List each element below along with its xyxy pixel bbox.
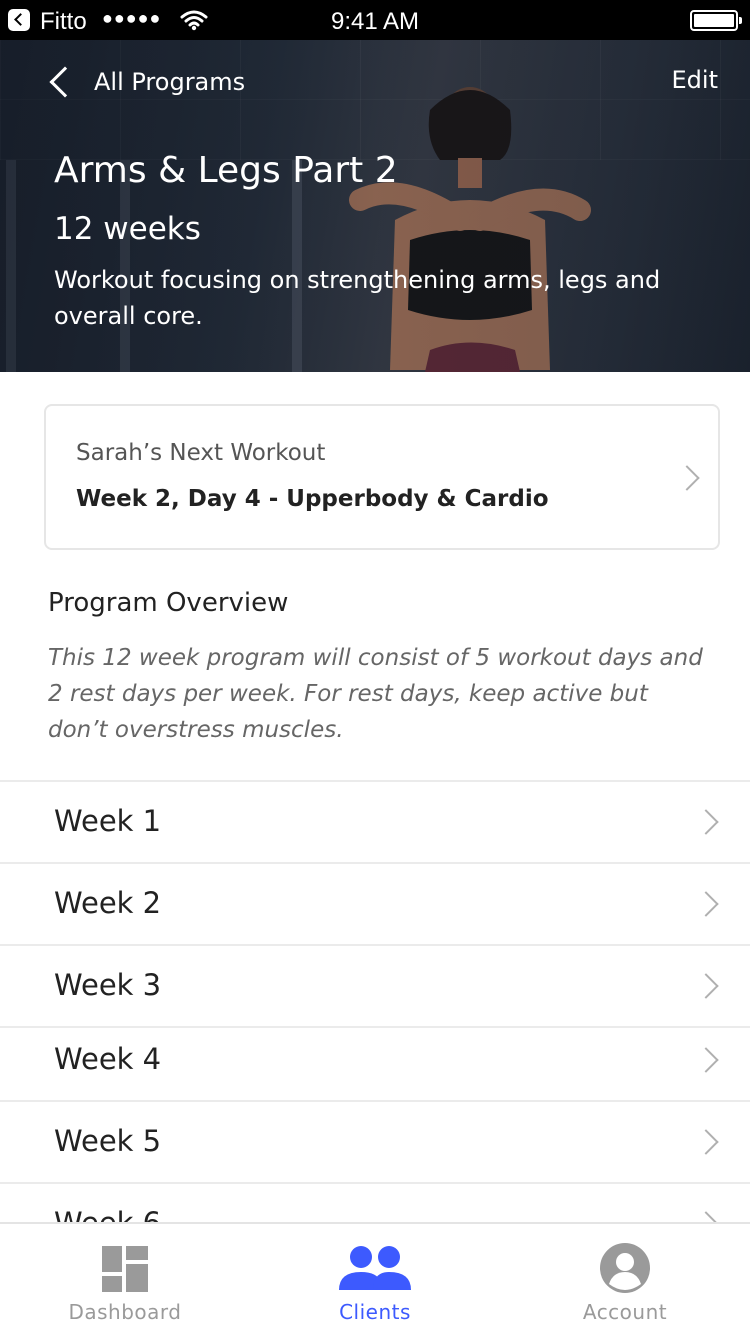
chevron-right-icon	[674, 465, 700, 491]
status-time: 9:41 AM	[330, 8, 420, 35]
week-row-5[interactable]: Week 5	[0, 1100, 750, 1182]
overview-text: This 12 week program will consist of 5 w…	[48, 645, 703, 743]
tab-account[interactable]: Account	[500, 1224, 750, 1334]
tab-bar: Dashboard Clients Account	[0, 1222, 750, 1334]
status-bar: Fitto ●●●●● 9:41 AM	[0, 0, 750, 40]
week-row-4[interactable]: Week 4	[0, 1026, 750, 1100]
week-row-2[interactable]: Week 2	[0, 862, 750, 944]
week-label: Week 4	[54, 1042, 162, 1076]
tab-dashboard-label: Dashboard	[68, 1300, 182, 1324]
program-description: Workout focusing on strengthening arms, …	[54, 266, 661, 330]
chevron-right-icon	[693, 891, 719, 917]
week-label: Week 5	[54, 1124, 162, 1158]
back-button-label: All Programs	[94, 68, 246, 96]
week-label: Week 1	[54, 804, 162, 838]
chevron-right-icon	[693, 973, 719, 999]
edit-button[interactable]: Edit	[672, 66, 718, 94]
dashboard-icon	[102, 1246, 148, 1292]
next-workout-label: Sarah’s Next Workout	[76, 440, 326, 466]
chevron-right-icon	[693, 1047, 719, 1073]
program-title: Arms & Legs Part 2	[54, 150, 398, 191]
week-label: Week 3	[54, 968, 162, 1002]
tab-clients-label: Clients	[339, 1300, 411, 1324]
clients-icon	[339, 1246, 411, 1290]
tab-clients[interactable]: Clients	[250, 1224, 500, 1334]
tab-dashboard[interactable]: Dashboard	[0, 1224, 250, 1334]
program-duration: 12 weeks	[54, 211, 201, 247]
overview-title: Program Overview	[48, 588, 289, 618]
week-row-1[interactable]: Week 1	[0, 780, 750, 862]
next-workout-value: Week 2, Day 4 - Upperbody & Cardio	[76, 486, 549, 512]
battery-icon	[690, 10, 742, 31]
chevron-left-icon	[49, 66, 81, 98]
account-icon	[600, 1243, 650, 1293]
back-button[interactable]: All Programs	[48, 62, 245, 102]
next-workout-card[interactable]: Sarah’s Next Workout Week 2, Day 4 - Upp…	[44, 404, 720, 550]
week-label: Week 2	[54, 886, 162, 920]
week-row-3[interactable]: Week 3	[0, 944, 750, 1026]
tab-account-label: Account	[582, 1300, 668, 1324]
chevron-right-icon	[693, 1129, 719, 1155]
chevron-right-icon	[693, 809, 719, 835]
